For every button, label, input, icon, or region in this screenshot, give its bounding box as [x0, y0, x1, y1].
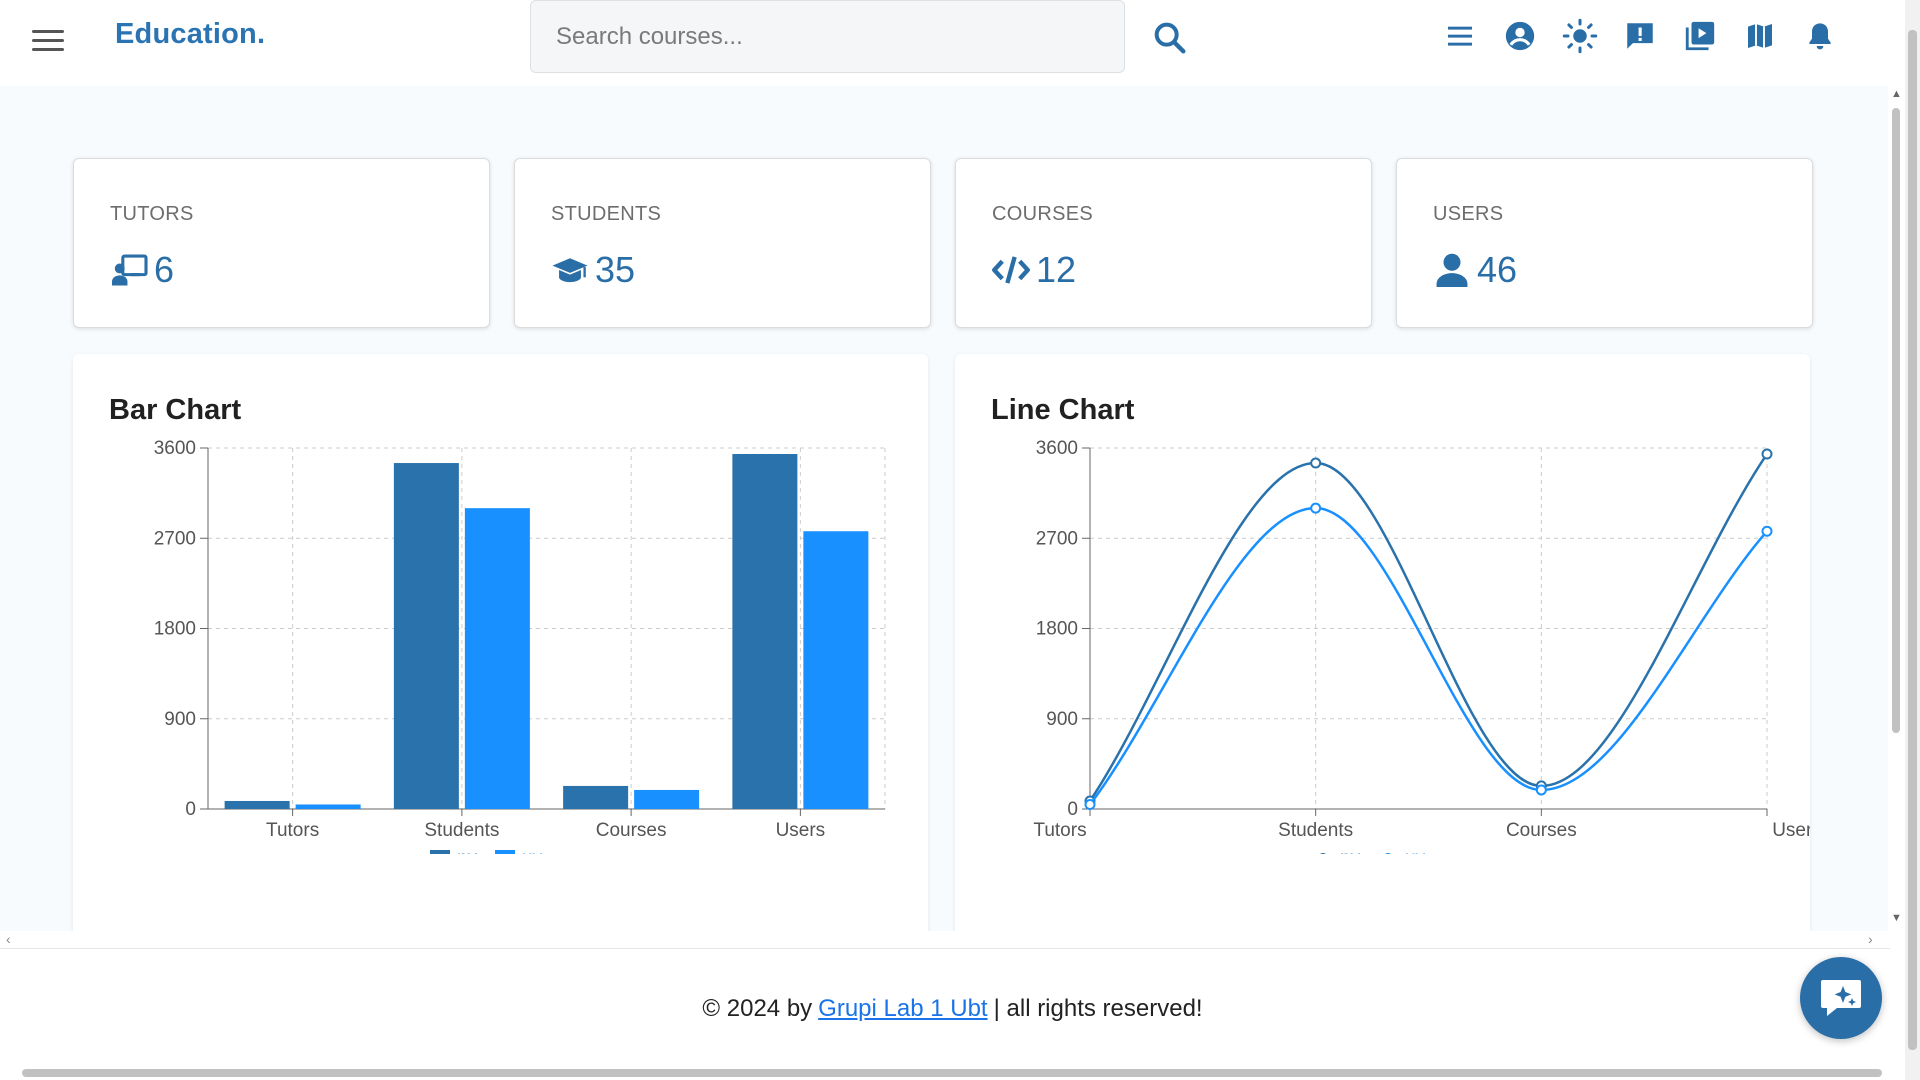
video-library-icon[interactable] [1680, 16, 1720, 56]
dashboard-content: TUTORS 6 STUDENTS 35 COURSES 12 USERS 46… [0, 86, 1890, 931]
bar-pv [393, 463, 459, 809]
search-box [530, 0, 1125, 73]
page-horizontal-scrollbar[interactable] [0, 1066, 1905, 1080]
scroll-left-icon[interactable]: ‹ [6, 931, 11, 947]
y-tick-label: 900 [1046, 709, 1078, 730]
stat-value: 46 [1477, 249, 1518, 290]
stat-value: 12 [1036, 249, 1077, 290]
line-chart: 0 900 1800 2700 3600 Tutors Students Courses Use… [1033, 438, 1810, 854]
footer-suffix: | all rights reserved! [993, 995, 1203, 1022]
y-tick-label: 0 [185, 799, 196, 820]
hamburger-menu-button[interactable] [28, 24, 68, 56]
bar-pv [563, 785, 629, 809]
point-pv [1761, 448, 1773, 460]
stat-label: COURSES [992, 203, 1094, 225]
scroll-right-icon[interactable]: › [1868, 931, 1873, 947]
point-uv [1310, 502, 1322, 514]
y-tick-label: 2700 [1036, 528, 1078, 549]
bar-uv [634, 789, 700, 809]
bar-uv [295, 804, 361, 809]
map-icon[interactable] [1740, 16, 1780, 56]
scrollbar-thumb[interactable] [1908, 30, 1917, 1050]
line-uv [1089, 506, 1768, 806]
point-uv [1084, 798, 1096, 810]
y-tick-label: 900 [164, 709, 196, 730]
footer-link[interactable]: Grupi Lab 1 Ubt [818, 995, 987, 1022]
stat-label: STUDENTS [551, 203, 662, 225]
stat-label: TUTORS [110, 203, 194, 225]
legend-swatch [495, 850, 515, 854]
stat-card-users: USERS 46 [1396, 158, 1813, 328]
page-vertical-scrollbar[interactable] [1905, 0, 1920, 1080]
tutor-icon [110, 251, 148, 289]
y-tick-label: 3600 [1036, 438, 1078, 459]
search-input[interactable] [531, 1, 1124, 72]
y-tick-label: 3600 [154, 438, 196, 459]
code-icon [992, 251, 1030, 289]
point-uv [1761, 525, 1773, 537]
bar-pv [224, 800, 290, 809]
scroll-down-icon[interactable]: ▼ [1891, 912, 1902, 924]
bar-chart: 0 900 1800 2700 3600 Tutors Students Courses Use… [154, 438, 886, 854]
search-icon[interactable] [1150, 18, 1190, 58]
y-tick-label: 0 [1067, 799, 1078, 820]
notification-bell-icon[interactable] [1800, 16, 1840, 56]
account-circle-icon[interactable] [1500, 16, 1540, 56]
content-horizontal-scrollbar[interactable]: ‹ › [0, 931, 1890, 949]
bar-uv [464, 508, 530, 809]
x-tick-label: Users [1772, 820, 1810, 841]
y-tick-label: 1800 [154, 619, 196, 640]
stat-card-courses: COURSES 12 [955, 158, 1372, 328]
menu-lines-icon[interactable] [1440, 16, 1480, 56]
x-tick-label: Students [424, 820, 499, 841]
chat-button[interactable] [1800, 957, 1882, 1039]
legend-swatch [430, 850, 450, 854]
y-tick-label: 1800 [1036, 619, 1078, 640]
line-chart-card: Line Chart 0 900 1800 2700 3600 Tutors Student… [955, 354, 1810, 931]
graduation-cap-icon [551, 251, 589, 289]
line-pv [1088, 453, 1769, 802]
point-pv [1310, 457, 1322, 469]
x-tick-label: Courses [1506, 820, 1577, 841]
top-bar: Education. [0, 0, 1905, 86]
x-tick-label: Tutors [266, 820, 319, 841]
x-tick-label: Tutors [1033, 820, 1086, 841]
footer-text: © 2024 by Grupi Lab 1 Ubt | all rights res… [0, 995, 1905, 1023]
content-vertical-scrollbar[interactable]: ▲ ▼ [1888, 86, 1905, 931]
point-uv [1535, 784, 1547, 796]
scroll-up-icon[interactable]: ▲ [1891, 88, 1902, 100]
legend-label: uv [522, 848, 543, 854]
stat-card-students: STUDENTS 35 [514, 158, 931, 328]
stat-value: 35 [595, 249, 636, 290]
footer-prefix: © 2024 by [702, 995, 813, 1022]
stat-value: 6 [154, 249, 175, 290]
stat-card-tutors: TUTORS 6 [73, 158, 490, 328]
bar-pv [732, 454, 798, 809]
x-tick-label: Students [1278, 820, 1353, 841]
legend-label: pv [457, 848, 478, 854]
feedback-icon[interactable] [1620, 16, 1660, 56]
scrollbar-thumb[interactable] [22, 1069, 1882, 1077]
x-tick-label: Users [776, 820, 826, 841]
x-tick-label: Courses [596, 820, 667, 841]
bar-uv [803, 531, 869, 809]
brand-logo[interactable]: Education. [115, 18, 265, 51]
theme-sun-icon[interactable] [1560, 16, 1600, 56]
legend-label: pv [1340, 848, 1361, 854]
scrollbar-thumb[interactable] [1892, 108, 1900, 733]
y-tick-label: 2700 [154, 528, 196, 549]
legend-label: uv [1405, 848, 1426, 854]
bar-chart-card: Bar Chart 0 900 1800 2700 3600 Tutors Students… [73, 354, 928, 931]
user-icon [1433, 251, 1471, 289]
chart-title: Bar Chart [109, 394, 242, 426]
chat-sparkle-icon [1821, 980, 1861, 1016]
chart-title: Line Chart [991, 394, 1135, 426]
stat-label: USERS [1433, 203, 1504, 225]
footer: © 2024 by Grupi Lab 1 Ubt | all rights res… [0, 950, 1905, 1070]
